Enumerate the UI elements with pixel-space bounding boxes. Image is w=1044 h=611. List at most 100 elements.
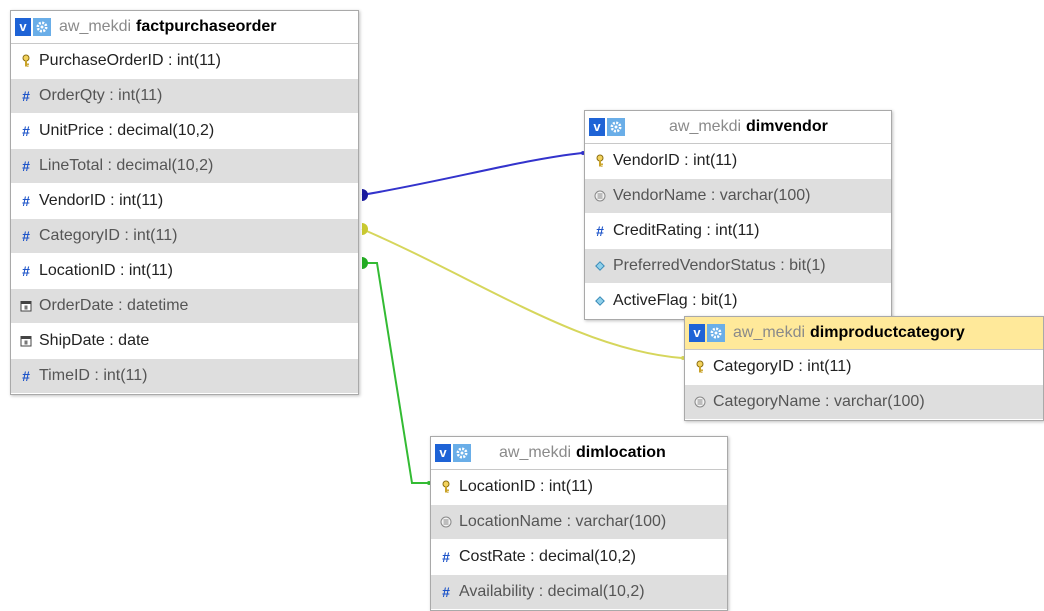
text-icon [693,396,707,408]
column-name: CostRate [459,548,526,565]
column-separator: : [706,187,720,204]
hash-icon: # [22,228,30,244]
column-name: LineTotal [39,157,104,174]
relation-line-vendor [361,152,583,196]
calendar-icon [19,335,33,347]
table-dimlocation[interactable]: v aw_mekdi dimlocation LocationID : int(… [430,436,728,611]
column-type: date [118,332,150,349]
gear-icon[interactable] [707,324,725,342]
column-separator: : [104,332,119,349]
column-row-costrate[interactable]: # CostRate : decimal(10,2) [431,540,727,575]
column-separator: : [104,87,119,104]
column-row-vendorid[interactable]: # VendorID : int(11) [11,184,358,219]
relation-end-category [362,223,368,235]
column-row-purchaseorderid[interactable]: PurchaseOrderID : int(11) [11,44,358,79]
column-row-vendorname[interactable]: VendorName : varchar(100) [585,179,891,214]
column-row-unitprice[interactable]: # UnitPrice : decimal(10,2) [11,114,358,149]
table-name[interactable]: factpurchaseorder [136,18,277,36]
column-row-categoryid[interactable]: CategoryID : int(11) [685,350,1043,385]
column-name: VendorID [39,192,106,209]
column-type: bit(1) [789,257,826,274]
gear-icon[interactable] [607,118,625,136]
column-name: ShipDate [39,332,105,349]
column-name: CategoryID [713,358,794,375]
table-factpurchaseorder[interactable]: v aw_mekdi factpurchaseorder PurchaseOrd… [10,10,359,395]
column-separator: : [775,257,790,274]
hash-icon: # [22,193,30,209]
gear-icon[interactable] [33,18,51,36]
hash-icon: # [22,158,30,174]
column-row-locationid[interactable]: # LocationID : int(11) [11,254,358,289]
column-separator: : [119,227,134,244]
toggle-v-button[interactable]: v [435,444,451,462]
hash-icon: # [442,584,450,600]
key-icon [439,480,453,494]
table-name[interactable]: dimvendor [746,118,828,136]
column-separator: : [687,292,702,309]
hash-icon: # [22,123,30,139]
table-dimvendor[interactable]: v aw_mekdi dimvendor VendorID : int(11) V… [584,110,892,320]
column-row-timeid[interactable]: # TimeID : int(11) [11,359,358,394]
text-icon [593,190,607,202]
column-row-preferredvendorstatus[interactable]: PreferredVendorStatus : bit(1) [585,249,891,284]
column-row-categoryname[interactable]: CategoryName : varchar(100) [685,385,1043,420]
column-type: int(11) [176,52,222,69]
column-row-activeflag[interactable]: ActiveFlag : bit(1) [585,284,891,319]
column-type: bit(1) [701,292,738,309]
table-header[interactable]: v aw_mekdi dimproductcategory [685,317,1043,350]
table-db-name: aw_mekdi [59,18,132,35]
column-row-orderqty[interactable]: # OrderQty : int(11) [11,79,358,114]
column-type: int(11) [119,192,164,209]
column-name: VendorName [613,187,707,204]
column-type: varchar(100) [719,187,811,204]
column-separator: : [103,157,117,174]
column-type: int(11) [128,262,174,279]
column-type: int(11) [807,358,852,375]
table-dimproductcategory[interactable]: v aw_mekdi dimproductcategory CategoryID… [684,316,1044,421]
column-name: OrderDate [39,297,114,314]
gear-icon[interactable] [453,444,471,462]
column-type: decimal(10,2) [117,122,215,139]
table-header[interactable]: v aw_mekdi dimlocation [431,437,727,470]
column-row-linetotal[interactable]: # LineTotal : decimal(10,2) [11,149,358,184]
column-separator: : [525,548,540,565]
column-separator: : [679,152,694,169]
table-header[interactable]: v aw_mekdi dimvendor [585,111,891,144]
column-type: varchar(100) [833,393,925,410]
column-type: int(11) [715,222,760,239]
column-row-categoryid[interactable]: # CategoryID : int(11) [11,219,358,254]
column-type: int(11) [548,478,594,495]
table-db-name: aw_mekdi [733,324,806,341]
calendar-icon [19,300,33,312]
hash-icon: # [22,263,30,279]
column-row-shipdate[interactable]: ShipDate : date [11,324,358,359]
column-name: UnitPrice [39,122,104,139]
toggle-v-button[interactable]: v [15,18,31,36]
column-row-orderdate[interactable]: OrderDate : datetime [11,289,358,324]
toggle-v-button[interactable]: v [689,324,705,342]
column-name: Availability [459,583,535,600]
column-type: int(11) [133,227,178,244]
table-header[interactable]: v aw_mekdi factpurchaseorder [11,11,358,44]
toggle-v-button[interactable]: v [589,118,605,136]
table-name[interactable]: dimlocation [576,444,666,462]
column-row-vendorid[interactable]: VendorID : int(11) [585,144,891,179]
column-row-availability[interactable]: # Availability : decimal(10,2) [431,575,727,610]
hash-icon: # [22,88,30,104]
column-row-locationname[interactable]: LocationName : varchar(100) [431,505,727,540]
key-icon [19,54,33,68]
column-row-creditrating[interactable]: # CreditRating : int(11) [585,214,891,249]
column-name: PurchaseOrderID [39,52,164,69]
column-type: int(11) [103,367,148,384]
hash-icon: # [596,223,604,239]
column-name: LocationName [459,513,563,530]
column-name: CategoryName [713,393,821,410]
table-name[interactable]: dimproductcategory [810,324,965,342]
column-separator: : [113,297,128,314]
column-separator: : [115,262,129,279]
column-type: int(11) [118,87,163,104]
column-name: PreferredVendorStatus [613,257,776,274]
column-separator: : [534,583,548,600]
hash-icon: # [22,368,30,384]
column-row-locationid[interactable]: LocationID : int(11) [431,470,727,505]
